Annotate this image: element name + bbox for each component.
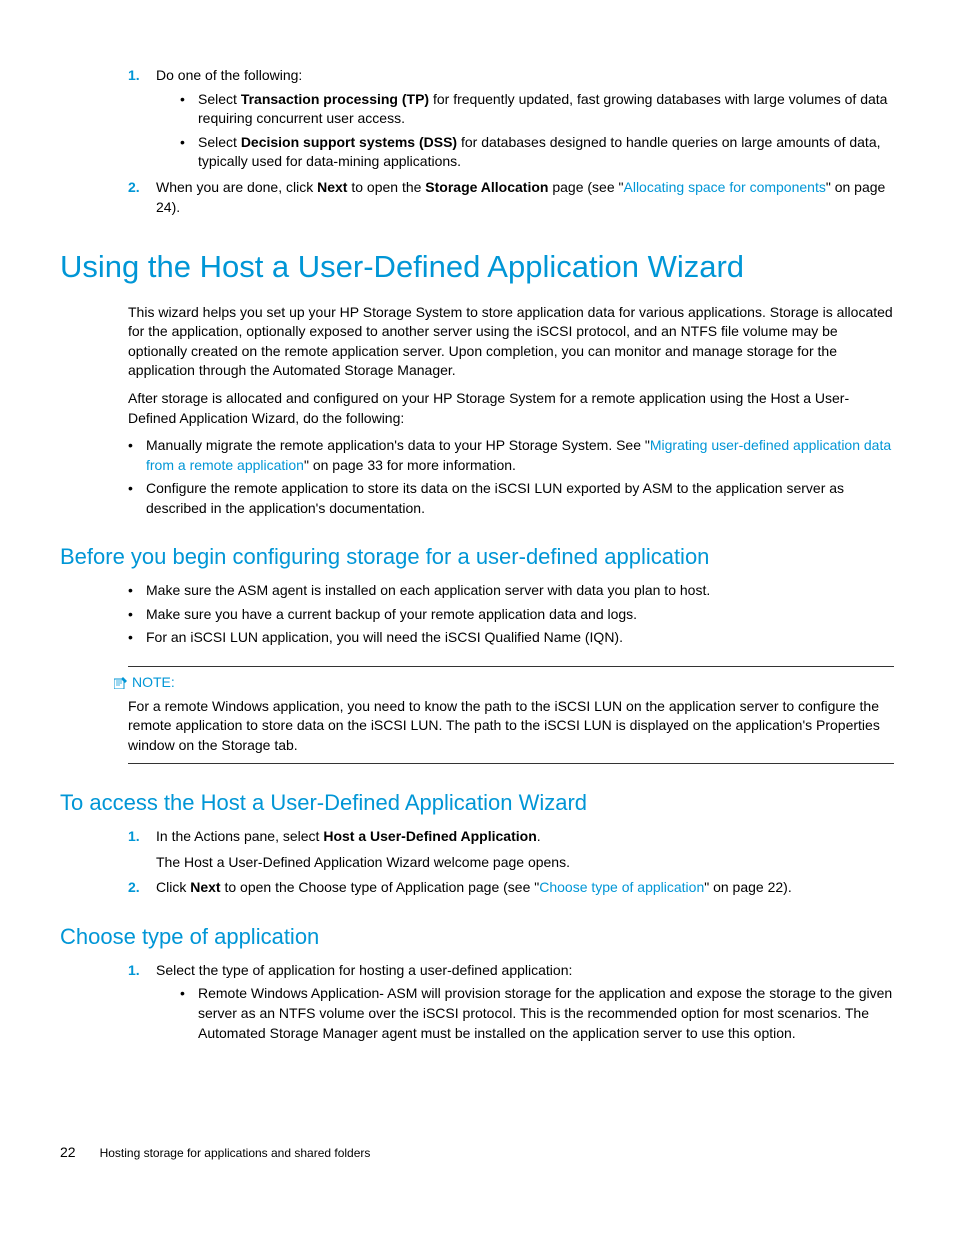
step-1-options: Select Transaction processing (TP) for f… bbox=[180, 90, 894, 172]
step-marker: 1. bbox=[128, 66, 140, 86]
note-label: NOTE: bbox=[114, 673, 894, 693]
before-list: Make sure the ASM agent is installed on … bbox=[128, 581, 894, 648]
step-2: 2. When you are done, click Next to open… bbox=[128, 178, 894, 217]
step-marker: 2. bbox=[128, 878, 140, 898]
option-dss: Select Decision support systems (DSS) fo… bbox=[180, 133, 894, 172]
heading-using-wizard: Using the Host a User-Defined Applicatio… bbox=[60, 245, 894, 288]
option-tp: Select Transaction processing (TP) for f… bbox=[180, 90, 894, 129]
access-steps: 1. In the Actions pane, select Host a Us… bbox=[128, 827, 894, 898]
choose-step-1-text: Select the type of application for hosti… bbox=[156, 962, 572, 978]
heading-choose-type: Choose type of application bbox=[60, 922, 894, 953]
intro-steps: 1. Do one of the following: Select Trans… bbox=[128, 66, 894, 217]
choose-step-1: 1. Select the type of application for ho… bbox=[128, 961, 894, 1043]
note-block: NOTE: For a remote Windows application, … bbox=[128, 666, 894, 764]
note-body: For a remote Windows application, you ne… bbox=[128, 697, 894, 756]
page-number: 22 bbox=[60, 1143, 76, 1163]
before-item: Make sure the ASM agent is installed on … bbox=[128, 581, 894, 601]
page-footer: 22 Hosting storage for applications and … bbox=[60, 1143, 894, 1163]
heading-before-you-begin: Before you begin configuring storage for… bbox=[60, 542, 894, 573]
heading-to-access: To access the Host a User-Defined Applic… bbox=[60, 788, 894, 819]
wizard-intro-para: This wizard helps you set up your HP Sto… bbox=[128, 303, 894, 381]
link-allocating-space[interactable]: Allocating space for components bbox=[624, 179, 826, 195]
chapter-title: Hosting storage for applications and sha… bbox=[100, 1145, 371, 1162]
after-step-migrate: Manually migrate the remote application'… bbox=[128, 436, 894, 475]
choose-options: Remote Windows Application- ASM will pro… bbox=[180, 984, 894, 1043]
step-1-text: Do one of the following: bbox=[156, 67, 302, 83]
access-step-1-sub: The Host a User-Defined Application Wiza… bbox=[156, 853, 894, 873]
after-steps-list: Manually migrate the remote application'… bbox=[128, 436, 894, 518]
choose-option-remote-windows: Remote Windows Application- ASM will pro… bbox=[180, 984, 894, 1043]
before-item: Make sure you have a current backup of y… bbox=[128, 605, 894, 625]
note-rule-bottom bbox=[128, 763, 894, 764]
before-item: For an iSCSI LUN application, you will n… bbox=[128, 628, 894, 648]
choose-steps: 1. Select the type of application for ho… bbox=[128, 961, 894, 1043]
wizard-after-para: After storage is allocated and configure… bbox=[128, 389, 894, 428]
step-marker: 1. bbox=[128, 961, 140, 981]
link-choose-type[interactable]: Choose type of application bbox=[539, 879, 704, 895]
after-step-configure: Configure the remote application to stor… bbox=[128, 479, 894, 518]
step-1: 1. Do one of the following: Select Trans… bbox=[128, 66, 894, 172]
step-marker: 2. bbox=[128, 178, 140, 198]
access-step-1: 1. In the Actions pane, select Host a Us… bbox=[128, 827, 894, 872]
step-marker: 1. bbox=[128, 827, 140, 847]
note-icon bbox=[114, 677, 128, 689]
note-rule-top bbox=[128, 666, 894, 667]
access-step-2: 2. Click Next to open the Choose type of… bbox=[128, 878, 894, 898]
